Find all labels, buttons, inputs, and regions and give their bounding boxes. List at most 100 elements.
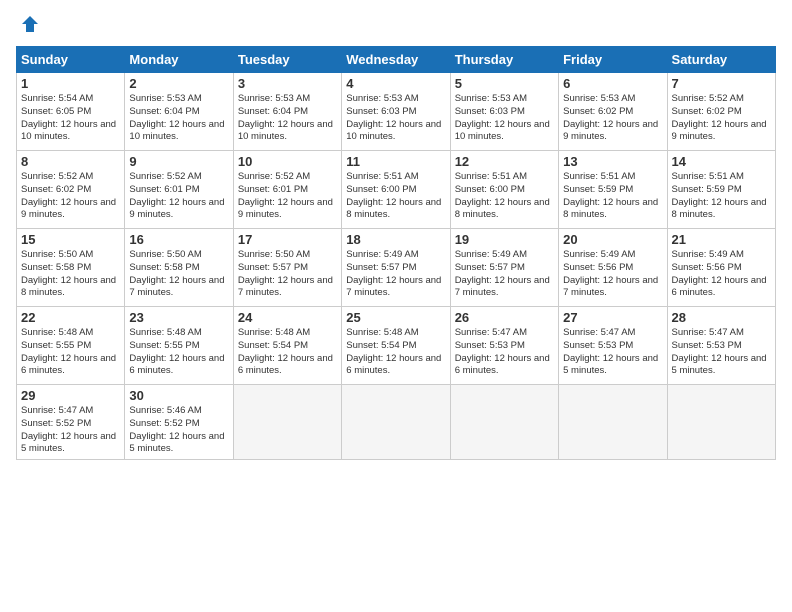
day-number: 8 <box>21 154 120 169</box>
day-number: 22 <box>21 310 120 325</box>
calendar-table: Sunday Monday Tuesday Wednesday Thursday… <box>16 46 776 460</box>
day-number: 13 <box>563 154 662 169</box>
calendar-cell: 5 Sunrise: 5:53 AMSunset: 6:03 PMDaylight… <box>450 73 558 151</box>
calendar-cell <box>450 385 558 460</box>
calendar-cell: 16 Sunrise: 5:50 AMSunset: 5:58 PMDayligh… <box>125 229 233 307</box>
header-wednesday: Wednesday <box>342 47 450 73</box>
day-number: 18 <box>346 232 445 247</box>
header-friday: Friday <box>559 47 667 73</box>
cell-text: Sunrise: 5:52 AMSunset: 6:01 PMDaylight:… <box>238 171 337 222</box>
calendar-cell: 8 Sunrise: 5:52 AMSunset: 6:02 PMDaylight… <box>17 151 125 229</box>
day-number: 25 <box>346 310 445 325</box>
cell-text: Sunrise: 5:49 AMSunset: 5:56 PMDaylight:… <box>563 249 662 300</box>
cell-text: Sunrise: 5:51 AMSunset: 6:00 PMDaylight:… <box>346 171 445 222</box>
calendar-cell: 26 Sunrise: 5:47 AMSunset: 5:53 PMDayligh… <box>450 307 558 385</box>
day-number: 14 <box>672 154 771 169</box>
cell-text: Sunrise: 5:50 AMSunset: 5:58 PMDaylight:… <box>129 249 228 300</box>
cell-text: Sunrise: 5:51 AMSunset: 5:59 PMDaylight:… <box>672 171 771 222</box>
calendar-cell: 9 Sunrise: 5:52 AMSunset: 6:01 PMDaylight… <box>125 151 233 229</box>
page: Sunday Monday Tuesday Wednesday Thursday… <box>0 0 792 612</box>
calendar-cell: 6 Sunrise: 5:53 AMSunset: 6:02 PMDaylight… <box>559 73 667 151</box>
day-number: 19 <box>455 232 554 247</box>
cell-text: Sunrise: 5:52 AMSunset: 6:02 PMDaylight:… <box>21 171 120 222</box>
calendar-cell: 24 Sunrise: 5:48 AMSunset: 5:54 PMDayligh… <box>233 307 341 385</box>
header-thursday: Thursday <box>450 47 558 73</box>
calendar-week-row: 1 Sunrise: 5:54 AMSunset: 6:05 PMDaylight… <box>17 73 776 151</box>
day-number: 10 <box>238 154 337 169</box>
cell-text: Sunrise: 5:48 AMSunset: 5:54 PMDaylight:… <box>238 327 337 378</box>
calendar-cell: 11 Sunrise: 5:51 AMSunset: 6:00 PMDayligh… <box>342 151 450 229</box>
calendar-cell <box>233 385 341 460</box>
cell-text: Sunrise: 5:53 AMSunset: 6:03 PMDaylight:… <box>346 93 445 144</box>
cell-text: Sunrise: 5:47 AMSunset: 5:53 PMDaylight:… <box>455 327 554 378</box>
cell-text: Sunrise: 5:48 AMSunset: 5:55 PMDaylight:… <box>129 327 228 378</box>
logo <box>16 16 42 36</box>
day-number: 27 <box>563 310 662 325</box>
calendar-cell: 20 Sunrise: 5:49 AMSunset: 5:56 PMDayligh… <box>559 229 667 307</box>
calendar-cell: 4 Sunrise: 5:53 AMSunset: 6:03 PMDaylight… <box>342 73 450 151</box>
day-number: 20 <box>563 232 662 247</box>
cell-text: Sunrise: 5:49 AMSunset: 5:57 PMDaylight:… <box>346 249 445 300</box>
day-number: 9 <box>129 154 228 169</box>
header <box>16 16 776 36</box>
calendar-cell <box>667 385 775 460</box>
calendar-cell: 1 Sunrise: 5:54 AMSunset: 6:05 PMDaylight… <box>17 73 125 151</box>
calendar-cell: 2Sunrise: 5:53 AMSunset: 6:04 PMDaylight… <box>125 73 233 151</box>
day-number: 24 <box>238 310 337 325</box>
day-number: 15 <box>21 232 120 247</box>
cell-text: Sunrise: 5:47 AMSunset: 5:53 PMDaylight:… <box>563 327 662 378</box>
cell-text: Sunrise: 5:46 AMSunset: 5:52 PMDaylight:… <box>129 405 228 456</box>
calendar-cell: 10 Sunrise: 5:52 AMSunset: 6:01 PMDayligh… <box>233 151 341 229</box>
calendar-week-row: 22 Sunrise: 5:48 AMSunset: 5:55 PMDayligh… <box>17 307 776 385</box>
calendar-cell: 21 Sunrise: 5:49 AMSunset: 5:56 PMDayligh… <box>667 229 775 307</box>
header-tuesday: Tuesday <box>233 47 341 73</box>
day-number: 16 <box>129 232 228 247</box>
day-number: 17 <box>238 232 337 247</box>
header-saturday: Saturday <box>667 47 775 73</box>
calendar-header-row: Sunday Monday Tuesday Wednesday Thursday… <box>17 47 776 73</box>
day-number: 5 <box>455 76 554 91</box>
calendar-week-row: 29Sunrise: 5:47 AMSunset: 5:52 PMDayligh… <box>17 385 776 460</box>
logo-icon <box>18 12 42 36</box>
day-number: 11 <box>346 154 445 169</box>
cell-text: Sunrise: 5:53 AMSunset: 6:03 PMDaylight:… <box>455 93 554 144</box>
day-number: 7 <box>672 76 771 91</box>
cell-text: Sunrise: 5:51 AMSunset: 5:59 PMDaylight:… <box>563 171 662 222</box>
calendar-cell: 15 Sunrise: 5:50 AMSunset: 5:58 PMDayligh… <box>17 229 125 307</box>
day-number: 21 <box>672 232 771 247</box>
cell-text: Sunrise: 5:54 AMSunset: 6:05 PMDaylight:… <box>21 93 120 144</box>
calendar-cell: 27 Sunrise: 5:47 AMSunset: 5:53 PMDayligh… <box>559 307 667 385</box>
calendar-cell: 28Sunrise: 5:47 AMSunset: 5:53 PMDayligh… <box>667 307 775 385</box>
cell-text: Sunrise: 5:48 AMSunset: 5:55 PMDaylight:… <box>21 327 120 378</box>
day-number: 30 <box>129 388 228 403</box>
day-number: 3 <box>238 76 337 91</box>
cell-text: Sunrise: 5:49 AMSunset: 5:57 PMDaylight:… <box>455 249 554 300</box>
cell-text: Sunrise: 5:52 AMSunset: 6:02 PMDaylight:… <box>672 93 771 144</box>
cell-text: Sunrise: 5:49 AMSunset: 5:56 PMDaylight:… <box>672 249 771 300</box>
calendar-cell: 13 Sunrise: 5:51 AMSunset: 5:59 PMDayligh… <box>559 151 667 229</box>
calendar-cell: 7 Sunrise: 5:52 AMSunset: 6:02 PMDaylight… <box>667 73 775 151</box>
calendar-cell <box>559 385 667 460</box>
day-number: 4 <box>346 76 445 91</box>
day-number: 12 <box>455 154 554 169</box>
calendar-cell: 19 Sunrise: 5:49 AMSunset: 5:57 PMDayligh… <box>450 229 558 307</box>
calendar-cell: 25Sunrise: 5:48 AMSunset: 5:54 PMDayligh… <box>342 307 450 385</box>
day-number: 1 <box>21 76 120 91</box>
day-number: 23 <box>129 310 228 325</box>
cell-text: Sunrise: 5:50 AMSunset: 5:58 PMDaylight:… <box>21 249 120 300</box>
day-number: 2 <box>129 76 228 91</box>
calendar-week-row: 8 Sunrise: 5:52 AMSunset: 6:02 PMDaylight… <box>17 151 776 229</box>
cell-text: Sunrise: 5:53 AMSunset: 6:04 PMDaylight:… <box>238 93 337 144</box>
calendar-cell: 22 Sunrise: 5:48 AMSunset: 5:55 PMDayligh… <box>17 307 125 385</box>
cell-text: Sunrise: 5:53 AMSunset: 6:02 PMDaylight:… <box>563 93 662 144</box>
calendar-cell: 17Sunrise: 5:50 AMSunset: 5:57 PMDayligh… <box>233 229 341 307</box>
calendar-cell: 14 Sunrise: 5:51 AMSunset: 5:59 PMDayligh… <box>667 151 775 229</box>
calendar-cell <box>342 385 450 460</box>
header-monday: Monday <box>125 47 233 73</box>
calendar-cell: 3 Sunrise: 5:53 AMSunset: 6:04 PMDaylight… <box>233 73 341 151</box>
day-number: 29 <box>21 388 120 403</box>
day-number: 6 <box>563 76 662 91</box>
day-number: 26 <box>455 310 554 325</box>
calendar-cell: 23 Sunrise: 5:48 AMSunset: 5:55 PMDayligh… <box>125 307 233 385</box>
cell-text: Sunrise: 5:52 AMSunset: 6:01 PMDaylight:… <box>129 171 228 222</box>
